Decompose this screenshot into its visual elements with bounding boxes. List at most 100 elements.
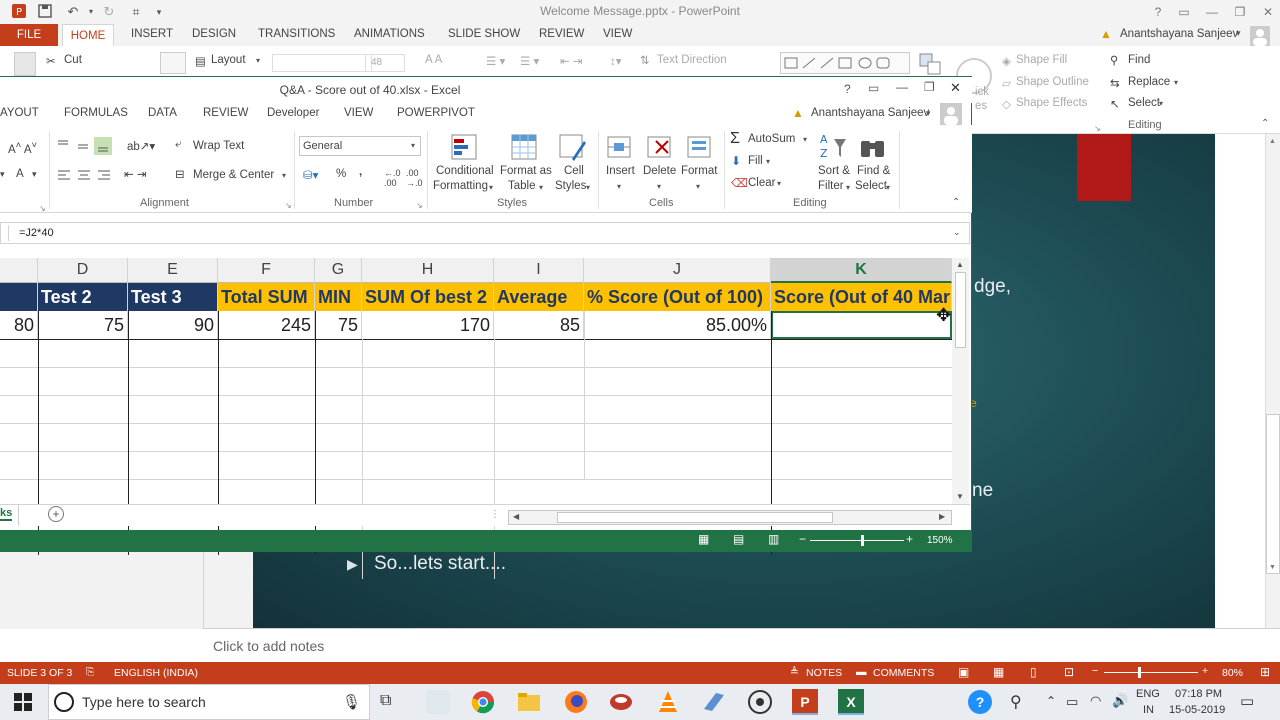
select-button[interactable]: Select — [1128, 97, 1160, 109]
chrome-icon[interactable] — [471, 690, 495, 717]
slideshow-view-icon[interactable]: ⊡ — [1064, 665, 1074, 679]
font-grow-icon[interactable]: A A — [425, 54, 442, 66]
sort-filter-label-2[interactable]: Filter — [818, 180, 844, 192]
insert-cells-icon[interactable] — [606, 133, 634, 161]
tab-slide-show[interactable]: SLIDE SHOW — [448, 28, 520, 40]
clear-button[interactable]: Clear — [748, 177, 775, 189]
task-view-icon[interactable]: ⧉ — [380, 692, 391, 710]
shape-effects-icon[interactable]: ◇ — [1002, 97, 1011, 111]
show-hidden-icons[interactable]: ⌃ — [1046, 694, 1056, 708]
tab-animations[interactable]: ANIMATIONS — [354, 28, 425, 40]
tab-formulas[interactable]: FORMULAS — [64, 107, 128, 119]
data-cell-test2[interactable]: 75 — [38, 311, 128, 339]
shape-outline-icon[interactable]: ▱ — [1002, 76, 1011, 90]
replace-button[interactable]: Replace — [1128, 76, 1170, 88]
column-header-prev[interactable] — [0, 258, 38, 283]
autosum-dropdown-icon[interactable]: ▾ — [803, 135, 807, 144]
shape-effects-button[interactable]: Shape Effects — [1016, 97, 1087, 109]
drawing-launcher-icon[interactable]: ↘ — [1094, 124, 1101, 133]
scissors-icon[interactable]: ✂ — [46, 54, 56, 68]
format-as-table-label-2[interactable]: Table — [508, 180, 536, 192]
spelling-check-icon[interactable]: ⎘ — [86, 666, 94, 679]
language-indicator-top[interactable]: ENG — [1136, 688, 1160, 700]
fill-dropdown-icon[interactable]: ▾ — [766, 157, 770, 166]
top-align-icons[interactable] — [56, 137, 118, 155]
zoom-slider-thumb[interactable] — [1138, 667, 1141, 678]
number-format-dropdown-icon[interactable]: ▾ — [411, 141, 415, 150]
data-cell-total-sum[interactable]: 245 — [218, 311, 315, 339]
slide-sorter-icon[interactable]: ▦ — [993, 665, 1004, 679]
find-select-label-2[interactable]: Select — [855, 180, 887, 192]
header-cell-test3[interactable]: Test 3 — [128, 283, 218, 311]
increase-decimal-icon[interactable]: ←.0.00 — [384, 168, 401, 188]
font-dropdown-icon[interactable]: ▾ — [0, 169, 5, 180]
tab-view[interactable]: VIEW — [344, 107, 373, 119]
page-break-view-icon[interactable]: ▥ — [768, 532, 779, 546]
align-left-center-right-icons[interactable] — [56, 168, 118, 184]
layout-button[interactable]: Layout — [211, 54, 246, 66]
excel-user-name[interactable]: Anantshayana Sanjeev — [811, 107, 929, 119]
excel-help-icon[interactable]: ? — [844, 82, 851, 96]
merge-center-button[interactable]: Merge & Center — [193, 169, 274, 181]
microphone-icon[interactable]: 🎙 — [342, 693, 361, 711]
font-launcher-icon[interactable]: ↘ — [39, 204, 46, 213]
binoculars-icon[interactable]: ⚲ — [1110, 53, 1118, 67]
cut-button[interactable]: Cut — [64, 54, 82, 66]
bullets-icon[interactable]: ☰ ▾ — [486, 54, 505, 68]
header-cell-prev[interactable] — [0, 283, 38, 311]
comments-button[interactable]: COMMENTS — [873, 667, 934, 679]
column-header-d[interactable]: D — [38, 258, 128, 283]
excel-ribbon-display-icon[interactable]: ▭ — [868, 81, 879, 95]
excel-close-icon[interactable]: ✕ — [950, 80, 961, 96]
column-header-h[interactable]: H — [362, 258, 494, 283]
format-button[interactable]: Format — [681, 165, 717, 177]
restore-icon[interactable]: ❐ — [1228, 2, 1252, 22]
cell-styles-label-2[interactable]: Styles — [555, 180, 586, 192]
decrease-decimal-icon[interactable]: .00 →.0 — [406, 168, 423, 188]
wifi-icon[interactable]: ◠ — [1090, 693, 1101, 709]
tab-powerpivot[interactable]: POWERPIVOT — [397, 107, 475, 119]
excel-zoom-slider-thumb[interactable] — [861, 535, 864, 546]
firefox-icon[interactable] — [564, 690, 588, 717]
avatar[interactable] — [1250, 26, 1270, 46]
excel-zoom-slider[interactable] — [810, 540, 904, 541]
column-header-e[interactable]: E — [128, 258, 218, 283]
obs-icon[interactable] — [748, 690, 772, 717]
data-cell-min[interactable]: 75 — [315, 311, 362, 339]
header-cell-total-sum[interactable]: Total SUM — [218, 283, 315, 311]
data-cell-average[interactable]: 85 — [494, 311, 584, 339]
paint-app-icon[interactable] — [426, 690, 450, 714]
data-cell-percent-score[interactable]: 85.00% — [584, 311, 771, 339]
text-direction-button[interactable]: Text Direction — [657, 54, 727, 66]
delete-button[interactable]: Delete — [643, 165, 676, 177]
format-cells-icon[interactable] — [686, 133, 714, 161]
shapes-gallery[interactable] — [780, 52, 910, 74]
comments-icon[interactable]: ▬ — [856, 666, 867, 678]
tab-design[interactable]: DESIGN — [192, 28, 236, 40]
column-header-j[interactable]: J — [584, 258, 771, 283]
paste-icon[interactable] — [14, 52, 36, 76]
formula-bar[interactable] — [0, 222, 970, 244]
header-cell-score-out-of-40[interactable]: Score (Out of 40 Marks) — [771, 283, 952, 311]
sheet-tab[interactable]: ks — [0, 507, 13, 521]
excel-taskbar-icon[interactable]: X — [838, 689, 864, 715]
tab-insert[interactable]: INSERT — [131, 28, 173, 40]
horizontal-scrollbar[interactable]: ◀ ▶ — [508, 510, 952, 525]
indent-icons[interactable]: ⇤ ⇥ — [124, 167, 146, 181]
volume-icon[interactable]: 🔊 — [1112, 693, 1128, 709]
zoom-level[interactable]: 80% — [1222, 667, 1243, 679]
column-header-g[interactable]: G — [315, 258, 362, 283]
sort-filter-icon[interactable]: AZ — [818, 131, 848, 163]
font-grow-icon[interactable]: A˄ A˅ — [8, 140, 37, 156]
tab-file[interactable]: FILE — [0, 24, 58, 46]
expand-formula-bar-icon[interactable]: ⌄ — [953, 227, 961, 238]
header-cell-min[interactable]: MIN — [315, 283, 362, 311]
app-icon-red[interactable] — [609, 690, 633, 717]
ribbon-display-icon[interactable]: ▭ — [1172, 2, 1196, 22]
percent-icon[interactable]: % — [336, 168, 346, 180]
cell-styles-label-1[interactable]: Cell — [564, 165, 584, 177]
data-cell-sum-best-2[interactable]: 170 — [362, 311, 494, 339]
formula-input[interactable]: =J2*40 — [19, 227, 54, 239]
alignment-launcher-icon[interactable]: ↘ — [285, 201, 292, 210]
vlc-icon[interactable] — [656, 690, 680, 717]
